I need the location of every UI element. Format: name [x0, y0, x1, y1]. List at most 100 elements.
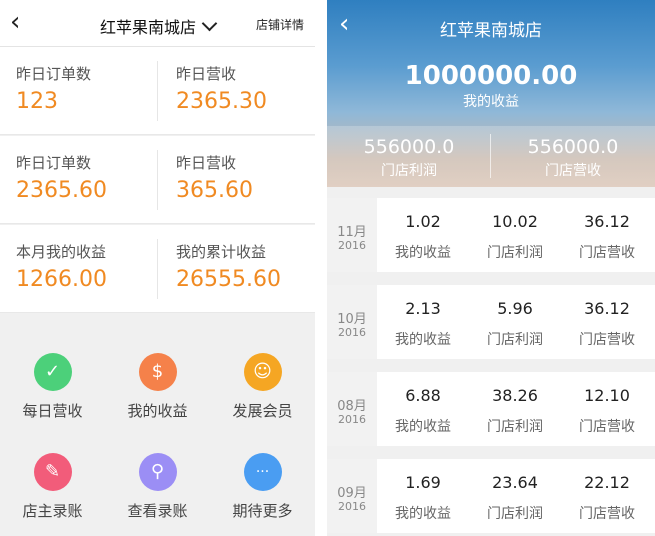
summary-value: 556000.0	[527, 136, 619, 158]
store-profit-cell: 5.96 门店利润	[469, 285, 561, 359]
month-label: 08月 2016	[327, 372, 377, 446]
month: 10月	[337, 312, 367, 327]
page-title: 红苹果南城店	[440, 21, 542, 41]
menu-label: 店主录账	[22, 502, 83, 520]
stat-label: 我的累计收益	[176, 243, 267, 261]
store-title: 红苹果南城店	[99, 18, 196, 37]
stat-yesterday-orders: 昨日订单数 123	[0, 47, 155, 134]
store-detail-link[interactable]: 店铺详情	[256, 16, 304, 33]
menu-view-bookkeeping[interactable]: ⚲ 查看录账	[105, 410, 210, 520]
cell-label: 门店营收	[579, 332, 635, 348]
my-earnings-cell: 2.13 我的收益	[377, 285, 469, 359]
edit-record-icon: ✎	[33, 453, 72, 491]
year: 2016	[338, 413, 366, 426]
menu-my-earnings[interactable]: $ 我的收益	[105, 310, 210, 420]
stat-value: 2365.60	[16, 178, 107, 203]
money-stack-icon: $	[138, 353, 177, 391]
month: 08月	[337, 399, 367, 414]
stat-value: 1266.00	[16, 267, 107, 292]
menu-more[interactable]: ··· 期待更多	[210, 410, 315, 520]
stat-label: 昨日订单数	[16, 154, 92, 172]
menu-label: 期待更多	[232, 502, 293, 520]
cell-value: 23.64	[492, 473, 538, 492]
members-icon: ☺	[243, 353, 282, 391]
stat-value: 2365.30	[176, 89, 267, 114]
menu-owner-bookkeeping[interactable]: ✎ 店主录账	[0, 410, 105, 520]
cell-label: 门店利润	[487, 332, 543, 348]
store-profit-cell: 38.26 门店利润	[469, 372, 561, 446]
cell-value: 12.10	[584, 386, 630, 405]
function-menu: ✓ 每日营收 $ 我的收益 ☺ 发展会员 ✎ 店主录账 ⚲ 查看录账 ··· 期…	[0, 310, 315, 536]
cell-label: 门店利润	[487, 506, 543, 522]
store-profit-cell: 10.02 门店利润	[469, 198, 561, 272]
cell-value: 1.69	[405, 473, 441, 492]
store-revenue-cell: 36.12 门店营收	[561, 285, 653, 359]
list-item[interactable]: 09月 2016 1.69 我的收益 23.64 门店利润 22.12 门店营收	[327, 459, 655, 533]
month: 09月	[337, 486, 367, 501]
cell-label: 我的收益	[395, 332, 451, 348]
left-header: ‹ 红苹果南城店 店铺详情	[0, 0, 315, 47]
summary-label: 门店营收	[545, 163, 601, 179]
earnings-hero: ‹ 红苹果南城店 1000000.00 我的收益 556000.0 门店利润 5…	[327, 0, 655, 187]
stat-label: 昨日营收	[176, 154, 237, 172]
stat-label: 昨日订单数	[16, 65, 92, 83]
cell-value: 2.13	[405, 299, 441, 318]
stat-row-3: 本月我的收益 1266.00 我的累计收益 26555.60	[0, 225, 315, 313]
cell-label: 我的收益	[395, 245, 451, 261]
list-item[interactable]: 10月 2016 2.13 我的收益 5.96 门店利润 36.12 门店营收	[327, 285, 655, 359]
year: 2016	[338, 326, 366, 339]
my-earnings-cell: 6.88 我的收益	[377, 372, 469, 446]
store-revenue-cell: 36.12 门店营收	[561, 198, 653, 272]
more-icon: ···	[243, 453, 282, 491]
total-earnings-label: 我的收益	[463, 94, 519, 110]
divider	[157, 150, 158, 210]
store-dashboard-panel: ‹ 红苹果南城店 店铺详情 昨日订单数 123 昨日营收 2365.30 昨日订…	[0, 0, 315, 536]
stat-value: 123	[16, 89, 58, 114]
store-revenue-cell: 22.12 门店营收	[561, 459, 653, 533]
store-revenue-summary: 556000.0 门店营收	[491, 136, 655, 180]
cell-value: 10.02	[492, 212, 538, 231]
list-item[interactable]: 08月 2016 6.88 我的收益 38.26 门店利润 12.10 门店营收	[327, 372, 655, 446]
year: 2016	[338, 500, 366, 513]
summary-label: 门店利润	[381, 163, 437, 179]
cell-label: 门店营收	[579, 419, 635, 435]
list-item[interactable]: 11月 2016 1.02 我的收益 10.02 门店利润 36.12 门店营收	[327, 198, 655, 272]
cell-value: 1.02	[405, 212, 441, 231]
store-profit-summary: 556000.0 门店利润	[327, 136, 491, 180]
cell-label: 门店营收	[579, 506, 635, 522]
divider	[157, 61, 158, 121]
menu-daily-revenue[interactable]: ✓ 每日营收	[0, 310, 105, 420]
stat-monthly-earnings: 本月我的收益 1266.00	[0, 225, 155, 312]
cell-value: 5.96	[497, 299, 533, 318]
divider	[157, 239, 158, 299]
stat-label: 本月我的收益	[16, 243, 107, 261]
menu-label: 查看录账	[127, 502, 188, 520]
stat-yesterday-revenue: 昨日营收 2365.30	[160, 47, 315, 134]
my-earnings-cell: 1.69 我的收益	[377, 459, 469, 533]
cell-value: 38.26	[492, 386, 538, 405]
earnings-detail-panel: ‹ 红苹果南城店 1000000.00 我的收益 556000.0 门店利润 5…	[327, 0, 655, 536]
stat-value: 365.60	[176, 178, 253, 203]
cell-label: 我的收益	[395, 419, 451, 435]
stat-row-1: 昨日订单数 123 昨日营收 2365.30	[0, 47, 315, 135]
year: 2016	[338, 239, 366, 252]
cell-label: 门店营收	[579, 245, 635, 261]
cell-label: 门店利润	[487, 419, 543, 435]
clipboard-check-icon: ✓	[33, 353, 72, 391]
stat-label: 昨日营收	[176, 65, 237, 83]
stat-yesterday-orders: 昨日订单数 2365.60	[0, 136, 155, 223]
cell-label: 门店利润	[487, 245, 543, 261]
stat-value: 26555.60	[176, 267, 281, 292]
summary-value: 556000.0	[363, 136, 455, 158]
month-label: 11月 2016	[327, 198, 377, 272]
cell-value: 6.88	[405, 386, 441, 405]
month-label: 09月 2016	[327, 459, 377, 533]
my-earnings-cell: 1.02 我的收益	[377, 198, 469, 272]
menu-develop-members[interactable]: ☺ 发展会员	[210, 310, 315, 420]
store-revenue-cell: 12.10 门店营收	[561, 372, 653, 446]
stat-yesterday-revenue: 昨日营收 365.60	[160, 136, 315, 223]
store-profit-cell: 23.64 门店利润	[469, 459, 561, 533]
cell-value: 36.12	[584, 299, 630, 318]
cell-label: 我的收益	[395, 506, 451, 522]
total-earnings-value: 1000000.00	[404, 61, 578, 91]
